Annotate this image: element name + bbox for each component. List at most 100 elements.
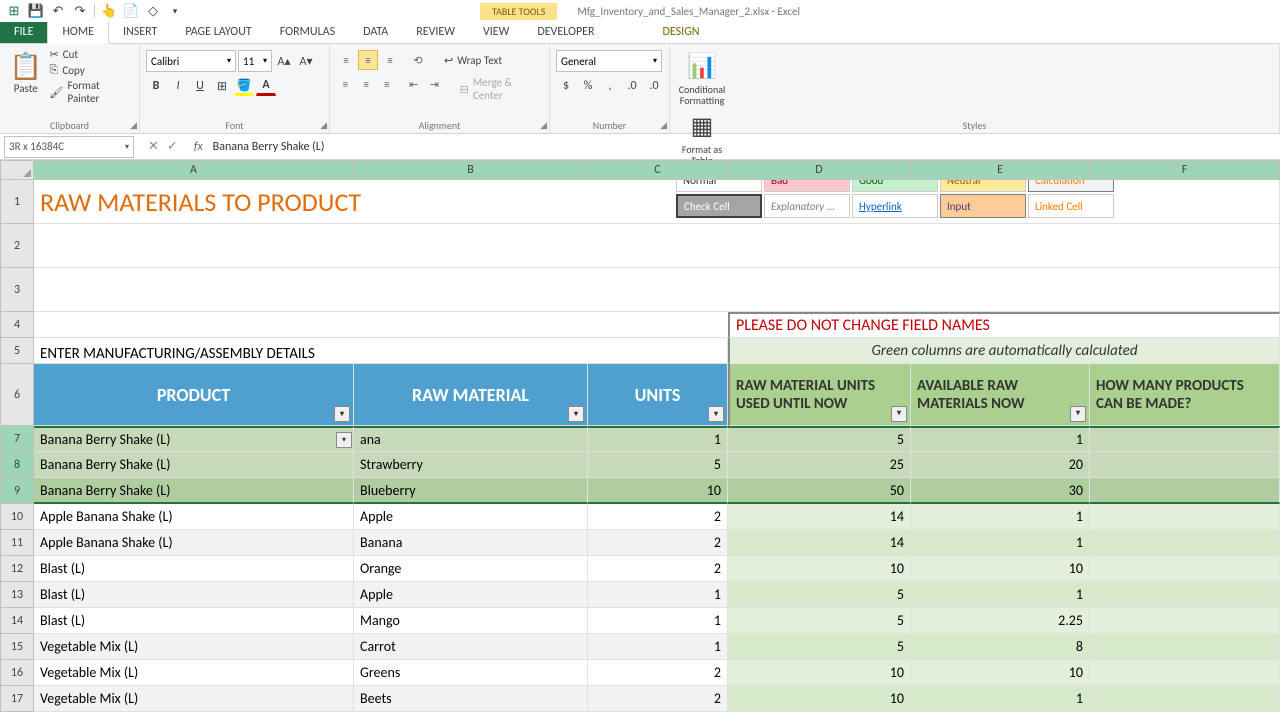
cell-product[interactable]: Apple Banana Shake (L) xyxy=(34,530,354,556)
table-row[interactable]: Apple Banana Shake (L)Banana2141 xyxy=(34,530,1280,556)
increase-indent-button[interactable]: ⇥ xyxy=(425,74,444,94)
cell-used[interactable]: 14 xyxy=(728,530,911,556)
cell-used[interactable]: 10 xyxy=(728,556,911,582)
cell-product[interactable]: Vegetable Mix (L) xyxy=(34,634,354,660)
filter-icon[interactable]: ▾ xyxy=(1070,406,1086,422)
cell-available[interactable]: 1 xyxy=(911,582,1090,608)
row-header[interactable]: 13 xyxy=(0,582,34,608)
cell-raw-material[interactable]: Beets xyxy=(354,686,588,712)
cell-product[interactable]: Vegetable Mix (L) xyxy=(34,686,354,712)
paste-button[interactable]: 📋 Paste xyxy=(6,46,46,116)
cell-product[interactable]: Banana Berry Shake (L) xyxy=(34,478,354,504)
row-header[interactable]: 16 xyxy=(0,660,34,686)
font-name-combo[interactable]: Calibri▾ xyxy=(146,50,236,72)
row-header[interactable]: 17 xyxy=(0,686,34,712)
undo-icon[interactable]: ↶ xyxy=(48,1,68,21)
enter-details-label[interactable]: ENTER MANUFACTURING/ASSEMBLY DETAILS xyxy=(34,338,728,364)
orientation-button[interactable]: ⟲ xyxy=(408,50,428,70)
copy-button[interactable]: ⎘Copy xyxy=(50,63,133,77)
col-header-d[interactable]: D xyxy=(728,160,911,180)
decrease-font-button[interactable]: A▾ xyxy=(296,51,316,71)
cell-raw-material[interactable]: Carrot xyxy=(354,634,588,660)
cell-how-many[interactable] xyxy=(1090,478,1280,504)
cell-available[interactable]: 10 xyxy=(911,660,1090,686)
cell-available[interactable]: 2.25 xyxy=(911,608,1090,634)
header-product[interactable]: PRODUCT▾ xyxy=(34,364,354,426)
table-row[interactable]: Banana Berry Shake (L)Strawberry52520 xyxy=(34,452,1280,478)
header-how-many[interactable]: HOW MANY PRODUCTS CAN BE MADE? xyxy=(1090,364,1280,426)
cell-how-many[interactable] xyxy=(1090,504,1280,530)
cell-product[interactable]: Blast (L) xyxy=(34,582,354,608)
filter-icon[interactable]: ▾ xyxy=(708,406,724,422)
row-header[interactable]: 7 xyxy=(0,426,34,452)
cell-units[interactable]: 2 xyxy=(588,660,728,686)
tab-developer[interactable]: DEVELOPER xyxy=(523,21,608,43)
tab-view[interactable]: VIEW xyxy=(469,21,523,43)
table-row[interactable]: Banana Berry Shake (L)▾ ana151 xyxy=(34,426,1280,452)
merge-center-button[interactable]: ⊟Merge & Center xyxy=(456,74,543,104)
warning-text[interactable]: PLEASE DO NOT CHANGE FIELD NAMES xyxy=(728,312,1280,338)
cell-raw-material[interactable]: Apple xyxy=(354,504,588,530)
col-header-f[interactable]: F xyxy=(1090,160,1280,180)
sheet-title[interactable]: RAW MATERIALS TO PRODUCT xyxy=(34,180,728,224)
cell-how-many[interactable] xyxy=(1090,530,1280,556)
header-raw-material[interactable]: RAW MATERIAL▾ xyxy=(354,364,588,426)
cell-units[interactable]: 2 xyxy=(588,530,728,556)
bold-button[interactable]: B xyxy=(146,76,166,96)
row-header[interactable]: 1 xyxy=(0,180,34,224)
cell-available[interactable]: 1 xyxy=(911,504,1090,530)
cell-units[interactable]: 1 xyxy=(588,582,728,608)
increase-decimal-button[interactable]: .0 xyxy=(622,76,642,96)
cell-raw-material[interactable]: Blueberry xyxy=(354,478,588,504)
col-header-a[interactable]: A xyxy=(34,160,354,180)
row-header[interactable]: 2 xyxy=(0,224,34,268)
header-units[interactable]: UNITS▾ xyxy=(588,364,728,426)
cell-raw-material[interactable]: ▾ ana xyxy=(354,426,588,452)
cell-used[interactable]: 5 xyxy=(728,608,911,634)
cell-units[interactable]: 5 xyxy=(588,452,728,478)
accounting-format-button[interactable]: $ xyxy=(556,76,576,96)
cell-how-many[interactable] xyxy=(1090,608,1280,634)
row-header[interactable]: 4 xyxy=(0,312,34,338)
row-header[interactable]: 15 xyxy=(0,634,34,660)
cell-product[interactable]: Apple Banana Shake (L) xyxy=(34,504,354,530)
table-row[interactable]: Vegetable Mix (L)Carrot158 xyxy=(34,634,1280,660)
name-box[interactable]: 3R x 16384C▾ xyxy=(4,136,134,158)
table-row[interactable]: Vegetable Mix (L)Beets2101 xyxy=(34,686,1280,712)
cell-raw-material[interactable]: Mango xyxy=(354,608,588,634)
cell-raw-material[interactable]: Orange xyxy=(354,556,588,582)
cell-how-many[interactable] xyxy=(1090,686,1280,712)
cell-units[interactable]: 2 xyxy=(588,504,728,530)
underline-button[interactable]: U xyxy=(190,76,210,96)
col-header-e[interactable]: E xyxy=(911,160,1090,180)
cell-used[interactable]: 50 xyxy=(728,478,911,504)
redo-icon[interactable]: ↷ xyxy=(70,1,90,21)
cell-units[interactable]: 10 xyxy=(588,478,728,504)
cell-available[interactable]: 10 xyxy=(911,556,1090,582)
cell-available[interactable]: 20 xyxy=(911,452,1090,478)
cell-product[interactable]: Blast (L) xyxy=(34,608,354,634)
cell-product[interactable]: Vegetable Mix (L) xyxy=(34,660,354,686)
excel-icon[interactable]: ⊞ xyxy=(4,1,24,21)
percent-format-button[interactable]: % xyxy=(578,76,598,96)
cancel-formula-icon[interactable]: ✕ xyxy=(148,139,159,154)
table-row[interactable]: Banana Berry Shake (L)Blueberry105030 xyxy=(34,478,1280,504)
header-used[interactable]: RAW MATERIAL UNITS USED UNTIL NOW▾ xyxy=(728,364,911,426)
shapes-icon[interactable]: ◇ xyxy=(143,1,163,21)
cell-how-many[interactable] xyxy=(1090,556,1280,582)
cell-how-many[interactable] xyxy=(1090,634,1280,660)
row-header[interactable]: 14 xyxy=(0,608,34,634)
row-header[interactable]: 6 xyxy=(0,364,34,426)
align-top-button[interactable]: ≡ xyxy=(336,50,356,70)
italic-button[interactable]: I xyxy=(168,76,188,96)
number-dialog-icon[interactable]: ◢ xyxy=(660,120,667,131)
new-icon[interactable]: 📄 xyxy=(121,1,141,21)
tab-page-layout[interactable]: PAGE LAYOUT xyxy=(171,21,265,43)
cell-used[interactable]: 10 xyxy=(728,686,911,712)
tab-home[interactable]: HOME xyxy=(47,20,109,44)
cell-used[interactable]: 14 xyxy=(728,504,911,530)
fx-icon[interactable]: fx xyxy=(188,140,209,154)
cell-how-many[interactable] xyxy=(1090,660,1280,686)
align-right-button[interactable]: ≡ xyxy=(377,74,396,94)
increase-font-button[interactable]: A▴ xyxy=(274,51,294,71)
